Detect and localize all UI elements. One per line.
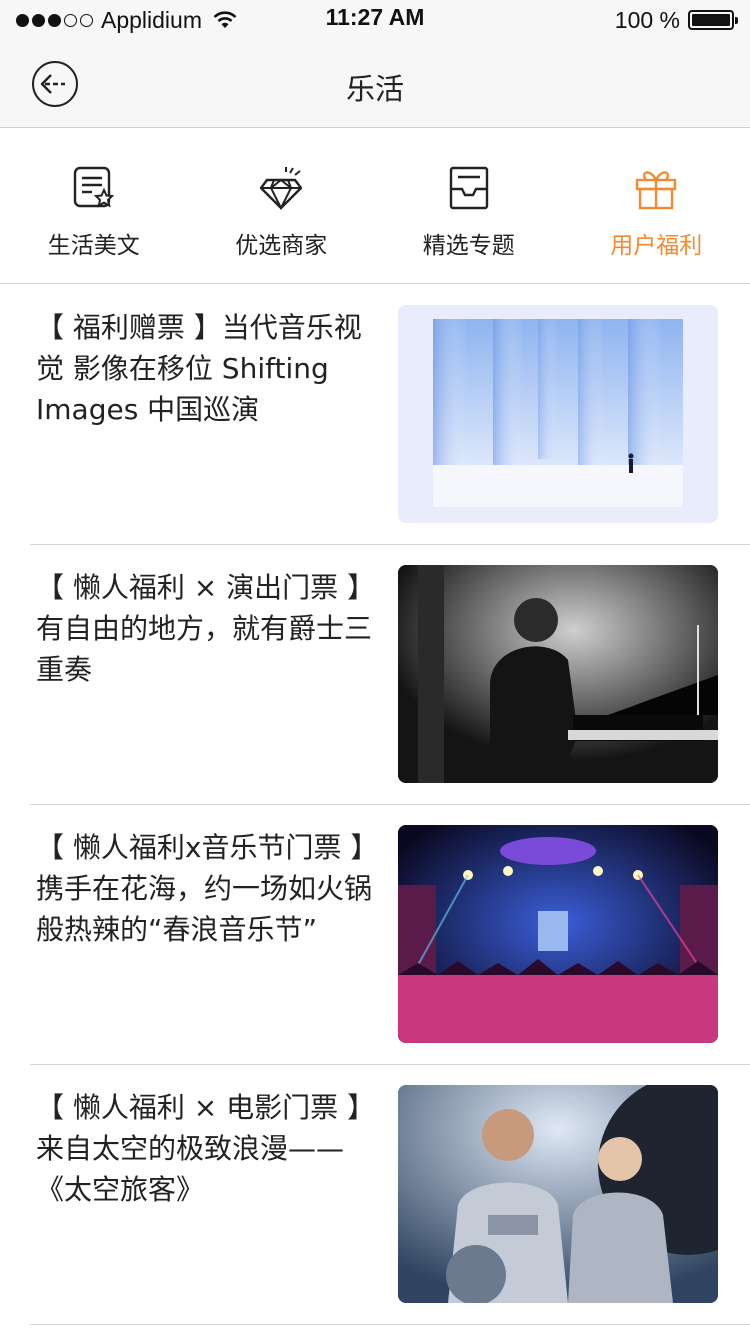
inbox-tray-icon [449, 166, 488, 210]
article-thumbnail [398, 565, 718, 783]
status-right: 100 % [614, 6, 738, 34]
article-thumbnail [398, 1085, 718, 1303]
tab-life-articles[interactable]: 生活美文 [0, 128, 188, 284]
tab-label: 精选专题 [422, 233, 515, 259]
article-title: 【 懒人福利 × 电影门票 】来自太空的极致浪漫——《太空旅客》 [36, 1091, 362, 1206]
diamond-icon [260, 167, 303, 211]
article-title: 【 懒人福利x音乐节门票 】携手在花海，约一场如火锅般热辣的“春浪音乐节” [36, 831, 373, 946]
category-tabs: 生活美文 优选商家 精选专题 用户福利 [0, 128, 750, 284]
list-item[interactable]: 【 懒人福利 × 电影门票 】来自太空的极致浪漫——《太空旅客》 [0, 1065, 750, 1325]
article-thumbnail [398, 305, 718, 523]
article-thumbnail [398, 825, 718, 1043]
gift-icon [636, 171, 677, 210]
navigation-bar: 乐活 [0, 40, 750, 128]
list-item[interactable]: 【 懒人福利 × 演出门票 】有自由的地方，就有爵士三重奏 [0, 545, 750, 805]
tab-user-benefits[interactable]: 用户福利 [563, 128, 750, 284]
article-title: 【 福利赠票 】当代音乐视觉 影像在移位 Shifting Images 中国巡… [36, 311, 362, 426]
battery-percent: 100 % [614, 6, 680, 33]
page-title: 乐活 [345, 72, 404, 106]
tab-label: 用户福利 [610, 233, 703, 259]
list-item[interactable]: 【 福利赠票 】当代音乐视觉 影像在移位 Shifting Images 中国巡… [0, 285, 750, 545]
status-bar: Applidium 11:27 AM 100 % [0, 0, 750, 40]
article-list: 【 福利赠票 】当代音乐视觉 影像在移位 Shifting Images 中国巡… [0, 285, 750, 1325]
article-title: 【 懒人福利 × 演出门票 】有自由的地方，就有爵士三重奏 [36, 571, 373, 686]
tab-label: 优选商家 [235, 233, 328, 259]
tab-featured-topics[interactable]: 精选专题 [375, 128, 563, 284]
divider [30, 1324, 750, 1325]
list-item[interactable]: 【 懒人福利x音乐节门票 】携手在花海，约一场如火锅般热辣的“春浪音乐节” [0, 805, 750, 1065]
tab-label: 生活美文 [47, 233, 140, 259]
battery-icon [688, 10, 738, 30]
tab-selected-merchants[interactable]: 优选商家 [188, 128, 376, 284]
article-star-icon [73, 166, 114, 208]
